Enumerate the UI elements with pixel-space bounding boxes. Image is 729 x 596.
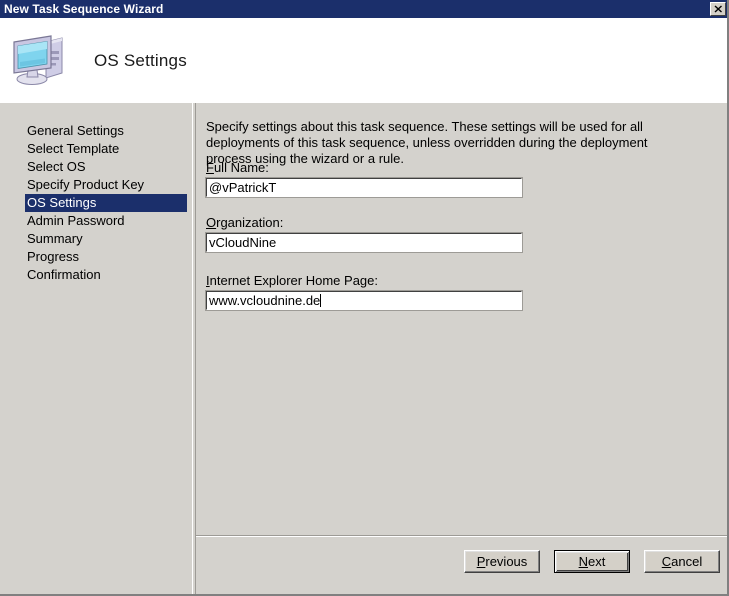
ie-home-page-value: www.vcloudnine.de: [209, 293, 321, 308]
sidebar-item-summary[interactable]: Summary: [25, 230, 187, 248]
sidebar-item-admin-password[interactable]: Admin Password: [25, 212, 187, 230]
next-button[interactable]: Next: [554, 550, 630, 573]
content-panel: Specify settings about this task sequenc…: [196, 103, 729, 596]
full-name-accel: F: [206, 160, 214, 175]
wizard-window: New Task Sequence Wizard OS Settings Gen…: [0, 0, 729, 596]
sidebar-item-general-settings[interactable]: General Settings: [25, 122, 187, 140]
close-button[interactable]: [710, 2, 726, 16]
computer-monitor-icon: [10, 32, 72, 90]
cancel-label-rest: ancel: [671, 554, 703, 569]
ie-home-page-input[interactable]: www.vcloudnine.de: [205, 290, 523, 311]
organization-label-rest: rganization:: [216, 215, 284, 230]
text-caret: [320, 294, 322, 307]
button-area-divider: [196, 535, 729, 537]
title-bar: New Task Sequence Wizard: [0, 0, 729, 18]
ie-home-page-label-rest: nternet Explorer Home Page:: [209, 273, 378, 288]
organization-label: Organization:: [206, 215, 522, 230]
full-name-value: @vPatrickT: [209, 180, 277, 195]
sidebar-item-progress[interactable]: Progress: [25, 248, 187, 266]
nav-list: General Settings Select Template Select …: [25, 122, 187, 284]
button-row: Previous Next Cancel: [464, 550, 720, 573]
wizard-step-nav: General Settings Select Template Select …: [0, 103, 192, 596]
next-label-rest: ext: [588, 554, 606, 569]
sidebar-item-confirmation[interactable]: Confirmation: [25, 266, 187, 284]
organization-accel: O: [206, 215, 217, 230]
previous-button[interactable]: Previous: [464, 550, 540, 573]
organization-field-group: Organization: vCloudNine: [205, 215, 523, 253]
ie-home-page-field-group: Internet Explorer Home Page: www.vcloudn…: [205, 273, 523, 311]
full-name-label: Full Name:: [206, 160, 522, 175]
sidebar-item-os-settings[interactable]: OS Settings: [25, 194, 187, 212]
previous-label-rest: revious: [485, 554, 528, 569]
close-x-icon: [714, 5, 723, 13]
organization-input[interactable]: vCloudNine: [205, 232, 523, 253]
organization-value: vCloudNine: [209, 235, 277, 250]
full-name-input[interactable]: @vPatrickT: [205, 177, 523, 198]
full-name-field-group: Full Name: @vPatrickT: [205, 160, 523, 198]
sidebar-item-select-os[interactable]: Select OS: [25, 158, 187, 176]
sidebar-item-select-template[interactable]: Select Template: [25, 140, 187, 158]
previous-accel: P: [476, 554, 486, 569]
next-accel: N: [578, 554, 589, 569]
ie-home-page-label: Internet Explorer Home Page:: [206, 273, 522, 288]
wizard-body: General Settings Select Template Select …: [0, 103, 729, 596]
cancel-button[interactable]: Cancel: [644, 550, 720, 573]
cancel-accel: C: [661, 554, 672, 569]
wizard-header: OS Settings: [0, 18, 729, 103]
window-title: New Task Sequence Wizard: [4, 2, 164, 16]
page-title: OS Settings: [94, 50, 187, 70]
full-name-label-rest: ull Name:: [213, 160, 269, 175]
sidebar-item-specify-product-key[interactable]: Specify Product Key: [25, 176, 187, 194]
